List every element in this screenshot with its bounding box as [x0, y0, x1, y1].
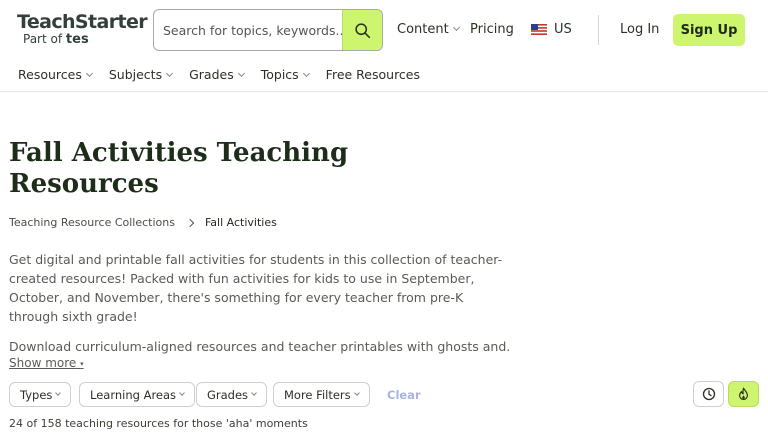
login-link[interactable]: Log In [620, 22, 659, 37]
sort-recent-button[interactable] [693, 381, 724, 407]
collection-description-more: Download curriculum-aligned resources an… [9, 339, 509, 354]
filter-learning-areas[interactable]: Learning Areas [79, 382, 196, 407]
site-header: TeachStarter Part of tes Content Pricing… [0, 0, 768, 92]
breadcrumb-current: Fall Activities [204, 216, 277, 229]
category-nav: Resources Subjects Grades Topics Free Re… [18, 67, 420, 82]
subnav-item-label: Topics [260, 67, 299, 82]
chevron-down-icon [237, 69, 245, 78]
logo-subtitle: Part of tes [23, 32, 147, 47]
show-more-link[interactable]: Show more ▾ [9, 356, 84, 370]
subnav-item-label: Subjects [108, 67, 163, 82]
region-selector[interactable]: US [554, 22, 572, 37]
filter-more[interactable]: More Filters [273, 382, 370, 407]
signup-button[interactable]: Sign Up [673, 14, 745, 46]
chevron-down-icon [85, 69, 93, 78]
logo[interactable]: TeachStarter Part of tes [17, 11, 148, 47]
chevron-down-icon [179, 389, 185, 396]
logo-sub-brand: tes [65, 32, 89, 47]
page-title: Fall Activities Teaching Resources [9, 138, 349, 199]
filter-types[interactable]: Types [9, 382, 72, 407]
logo-sub-prefix: Part of [23, 32, 63, 46]
filter-learning-areas-label: Learning Areas [90, 387, 177, 402]
subnav-item-resources[interactable]: Resources [18, 67, 93, 82]
chevron-right-icon [185, 218, 195, 227]
subnav-item-free-resources[interactable]: Free Resources [326, 67, 420, 82]
sort-popular-button[interactable] [728, 381, 759, 407]
collection-description: Get digital and printable fall activitie… [9, 252, 503, 324]
subnav-item-topics[interactable]: Topics [260, 67, 310, 82]
caret-down-icon: ▾ [80, 360, 84, 368]
header-divider [598, 15, 599, 45]
chevron-down-icon [353, 389, 360, 396]
chevron-down-icon [302, 69, 310, 78]
subnav-item-label: Free Resources [325, 67, 421, 82]
filter-types-label: Types [20, 387, 53, 402]
show-more-label: Show more [9, 356, 77, 370]
clock-icon [702, 387, 715, 401]
us-flag-icon [531, 24, 547, 35]
clear-filters-button[interactable]: Clear [387, 388, 421, 402]
subnav-item-subjects[interactable]: Subjects [108, 67, 174, 82]
chevron-down-icon [251, 389, 257, 396]
subnav-item-grades[interactable]: Grades [189, 67, 245, 82]
flame-icon [739, 387, 748, 401]
nav-pricing[interactable]: Pricing [470, 22, 514, 37]
chevron-down-icon [55, 389, 62, 396]
subnav-item-label: Grades [189, 67, 234, 82]
search-button[interactable] [342, 10, 382, 50]
filter-grades[interactable]: Grades [196, 382, 268, 407]
nav-content-label: Content [397, 22, 449, 37]
chevron-down-icon [166, 69, 174, 78]
search-bar [153, 9, 383, 51]
results-count: 24 of 158 teaching resources for those '… [9, 417, 308, 430]
nav-content[interactable]: Content [397, 22, 460, 37]
logo-name: TeachStarter [17, 11, 148, 33]
search-icon [355, 22, 371, 38]
breadcrumb-parent[interactable]: Teaching Resource Collections [9, 216, 175, 229]
breadcrumb: Teaching Resource Collections Fall Activ… [9, 216, 277, 229]
filter-grades-label: Grades [207, 387, 249, 402]
subnav-item-label: Resources [18, 67, 82, 82]
chevron-down-icon [452, 23, 460, 32]
search-input[interactable] [154, 10, 342, 50]
filter-more-label: More Filters [284, 387, 351, 402]
